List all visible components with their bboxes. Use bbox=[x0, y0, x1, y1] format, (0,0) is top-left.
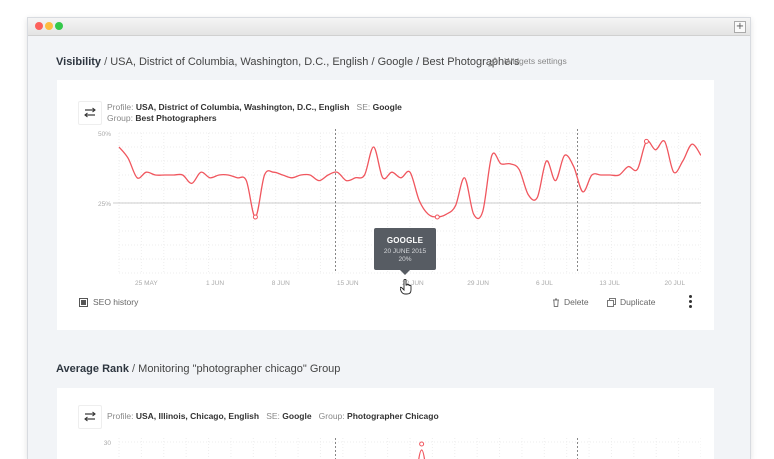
average-rank-section-title: Average Rank / Monitoring "photographer … bbox=[56, 363, 340, 375]
profile-label: Profile: bbox=[107, 411, 134, 421]
average-rank-card: Profile: USA, Illinois, Chicago, English… bbox=[57, 388, 714, 459]
x-tick-label: 15 JUN bbox=[337, 280, 359, 287]
average-rank-title: Average Rank bbox=[56, 363, 129, 375]
filter-sliders-icon bbox=[84, 411, 96, 422]
se-label: SE: bbox=[356, 102, 371, 112]
profile-info: Profile: USA, Illinois, Chicago, English… bbox=[107, 411, 439, 422]
copy-icon bbox=[607, 298, 616, 308]
data-point-marker bbox=[419, 441, 425, 447]
tooltip-value: 20% bbox=[398, 256, 412, 263]
profile-label: Profile: bbox=[107, 102, 134, 112]
widgets-settings-link[interactable]: Widgets settings bbox=[488, 56, 567, 67]
x-tick-label: 25 MAY bbox=[135, 280, 158, 287]
visibility-series-line bbox=[118, 140, 701, 220]
x-tick-label: 8 JUN bbox=[272, 280, 290, 287]
tooltip-engine: GOOGLE bbox=[386, 236, 424, 245]
duplicate-button[interactable]: Duplicate bbox=[607, 297, 656, 308]
x-tick-label: 29 JUN bbox=[467, 280, 489, 287]
se-value: Google bbox=[282, 411, 312, 421]
filter-sliders-icon bbox=[84, 107, 96, 118]
group-value: Photographer Chicago bbox=[347, 411, 439, 421]
profile-value: USA, District of Columbia, Washington, D… bbox=[135, 102, 350, 112]
close-window-button[interactable] bbox=[35, 22, 43, 30]
y-tick-label: 50% bbox=[98, 131, 111, 138]
trash-icon bbox=[553, 298, 559, 308]
visibility-title: Visibility bbox=[56, 56, 102, 68]
seo-history-toggle[interactable]: SEO history bbox=[79, 297, 139, 308]
more-options-icon[interactable] bbox=[689, 295, 692, 310]
chart-tooltip: GOOGLE 20 JUNE 2015 20% bbox=[374, 228, 436, 275]
x-tick-label: 13 JUL bbox=[599, 280, 620, 287]
app-window: + Visibility / USA, District of Columbia… bbox=[27, 17, 751, 459]
minimize-window-button[interactable] bbox=[45, 22, 53, 30]
visibility-breadcrumb: USA, District of Columbia, Washington, D… bbox=[110, 56, 520, 68]
data-point-marker bbox=[434, 214, 440, 220]
x-tick-label: 1 JUN bbox=[206, 280, 224, 287]
group-value: Best Photographers bbox=[135, 113, 217, 123]
y-tick-label: 30 bbox=[104, 440, 112, 447]
se-value: Google bbox=[372, 102, 402, 112]
profile-value: USA, Illinois, Chicago, English bbox=[135, 411, 260, 421]
visibility-section-title: Visibility / USA, District of Columbia, … bbox=[56, 56, 519, 68]
y-tick-label: 25% bbox=[98, 201, 111, 208]
data-point-marker bbox=[643, 138, 649, 144]
average-rank-chart: 30 bbox=[104, 438, 701, 459]
seo-history-label: SEO history bbox=[93, 297, 139, 307]
widgets-settings-label: Widgets settings bbox=[504, 56, 567, 66]
seo-history-checkbox[interactable] bbox=[79, 298, 88, 308]
x-tick-label: 20 JUL bbox=[665, 280, 686, 287]
delete-label: Delete bbox=[564, 297, 589, 307]
delete-button[interactable]: Delete bbox=[552, 297, 589, 308]
expand-icon[interactable]: + bbox=[734, 21, 746, 33]
x-tick-label: 6 JUL bbox=[536, 280, 553, 287]
data-point-marker bbox=[252, 214, 258, 220]
filter-button[interactable] bbox=[78, 405, 102, 429]
group-label: Group: bbox=[318, 411, 345, 421]
maximize-window-button[interactable] bbox=[55, 22, 63, 30]
duplicate-label: Duplicate bbox=[620, 297, 656, 307]
hand-cursor-icon bbox=[400, 279, 412, 295]
tooltip-date: 20 JUNE 2015 bbox=[383, 248, 427, 255]
pencil-icon bbox=[488, 57, 498, 67]
filter-button[interactable] bbox=[78, 101, 102, 125]
group-label: Group: bbox=[107, 113, 133, 123]
se-label: SE: bbox=[266, 411, 280, 421]
visibility-card: Profile: USA, District of Columbia, Wash… bbox=[57, 80, 714, 330]
profile-info: Profile: USA, District of Columbia, Wash… bbox=[107, 102, 402, 124]
average-rank-breadcrumb: Monitoring "photographer chicago" Group bbox=[138, 363, 341, 375]
title-bar: + bbox=[28, 18, 750, 36]
